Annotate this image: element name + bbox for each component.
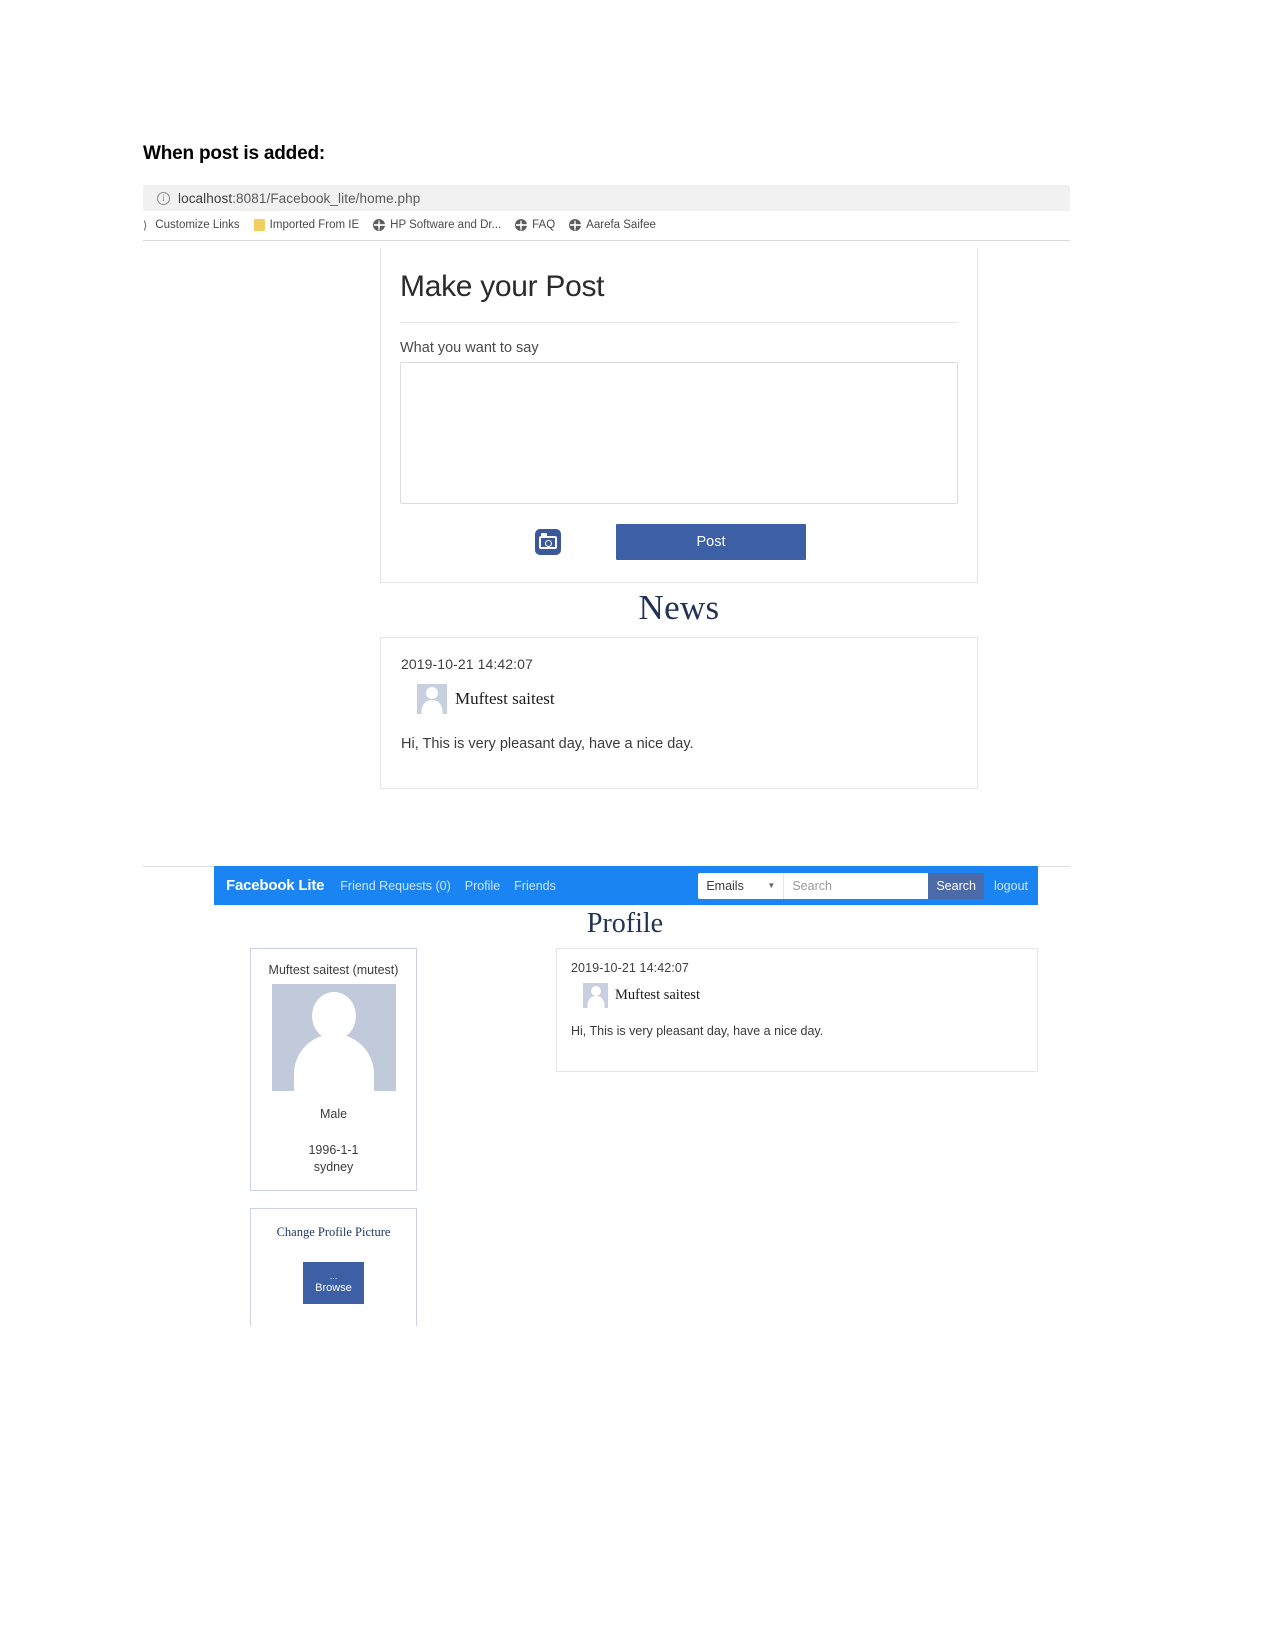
- address-bar-url: localhost:8081/Facebook_lite/home.php: [178, 190, 421, 206]
- globe-icon: [515, 219, 528, 231]
- nav-link-profile[interactable]: Profile: [465, 879, 500, 893]
- bookmark-label: FAQ: [532, 219, 556, 231]
- profile-info-card: Muftest saitest (mutest) Male 1996-1-1 s…: [250, 948, 417, 1191]
- camera-icon[interactable]: [535, 529, 561, 555]
- avatar: [417, 684, 447, 714]
- post-author-row: Muftest saitest: [417, 684, 957, 714]
- brand-logo[interactable]: Facebook Lite: [226, 877, 324, 894]
- post-field-label: What you want to say: [400, 340, 539, 356]
- post-author-name: Muftest saitest: [615, 987, 700, 1003]
- profile-post-item: 2019-10-21 14:42:07 Muftest saitest Hi, …: [556, 948, 1038, 1072]
- post-body: Hi, This is very pleasant day, have a ni…: [571, 1024, 824, 1038]
- nav-link-friends[interactable]: Friends: [514, 879, 556, 893]
- email-select[interactable]: Emails ▼: [698, 872, 784, 899]
- page-title: When post is added:: [143, 143, 325, 164]
- search-button[interactable]: Search: [928, 872, 984, 899]
- news-heading: News: [638, 588, 720, 627]
- change-profile-picture-card: Change Profile Picture ... Browse: [250, 1208, 417, 1326]
- bookmark-label: HP Software and Dr...: [390, 219, 502, 231]
- bookmark-label: Aarefa Saifee: [586, 219, 656, 231]
- browse-dots: ...: [329, 1270, 338, 1281]
- browse-button[interactable]: ... Browse: [303, 1262, 364, 1304]
- profile-heading: Profile: [586, 908, 664, 939]
- post-button[interactable]: Post: [616, 524, 806, 560]
- profile-city: sydney: [313, 1160, 354, 1174]
- logout-link[interactable]: logout: [994, 879, 1028, 893]
- bookmark-item[interactable]: Aarefa Saifee: [569, 219, 656, 231]
- bookmark-label: Imported From IE: [269, 219, 360, 231]
- make-post-card: Make your Post What you want to say Post: [380, 248, 978, 583]
- globe-icon: [569, 219, 582, 231]
- bookmark-item[interactable]: HP Software and Dr...: [373, 219, 501, 231]
- globe-icon: [373, 219, 386, 231]
- post-author-row: Muftest saitest: [583, 983, 1023, 1008]
- post-timestamp: 2019-10-21 14:42:07: [401, 656, 533, 672]
- nav-link-friend-requests[interactable]: Friend Requests (0): [340, 879, 450, 893]
- bookmark-item[interactable]: FAQ: [515, 219, 555, 231]
- chevron-right-icon[interactable]: ⟩: [143, 219, 147, 232]
- info-icon: i: [157, 191, 170, 205]
- chevron-down-icon: ▼: [767, 881, 776, 890]
- profile-name: Muftest saitest (mutest): [268, 963, 399, 977]
- bookmark-item[interactable]: Customize Links: [155, 219, 239, 231]
- post-body: Hi, This is very pleasant day, have a ni…: [401, 736, 694, 752]
- post-author-name: Muftest saitest: [455, 689, 555, 708]
- avatar: [583, 983, 608, 1008]
- profile-dob: 1996-1-1: [308, 1143, 359, 1157]
- browser-chrome: i localhost:8081/Facebook_lite/home.php …: [143, 185, 1070, 241]
- bookmarks-bar: ⟩ Customize Links Imported From IE HP So…: [143, 211, 1070, 241]
- make-post-title: Make your Post: [400, 270, 605, 303]
- browse-label: Browse: [315, 1281, 352, 1294]
- bookmark-item[interactable]: Imported From IE: [253, 219, 360, 231]
- post-actions: Post: [400, 524, 958, 560]
- bookmark-label: Customize Links: [155, 219, 240, 231]
- post-timestamp: 2019-10-21 14:42:07: [571, 961, 689, 975]
- search-input[interactable]: [783, 872, 929, 899]
- navbar-right: Emails ▼ Search logout: [698, 872, 1028, 899]
- email-select-value: Emails: [706, 878, 744, 893]
- divider: [400, 322, 958, 323]
- news-post-item: 2019-10-21 14:42:07 Muftest saitest Hi, …: [380, 637, 978, 789]
- folder-icon: [253, 219, 265, 231]
- change-picture-title: Change Profile Picture: [276, 1225, 391, 1239]
- profile-gender: Male: [319, 1107, 348, 1121]
- address-bar[interactable]: i localhost:8081/Facebook_lite/home.php: [143, 185, 1070, 211]
- navbar: Facebook Lite Friend Requests (0) Profil…: [214, 866, 1038, 905]
- profile-avatar: [271, 984, 396, 1091]
- post-textarea[interactable]: [400, 362, 958, 504]
